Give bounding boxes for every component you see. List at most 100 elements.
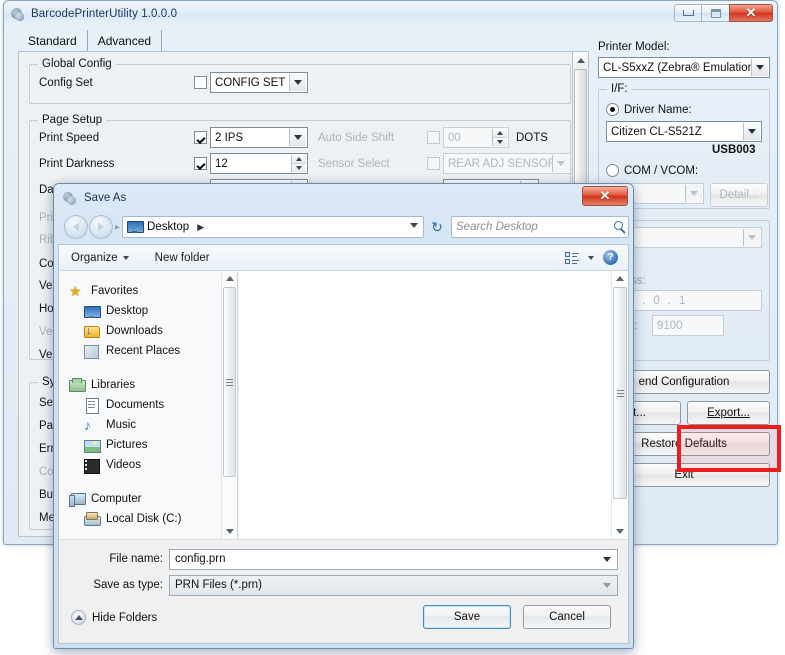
file-list[interactable] — [239, 271, 628, 539]
address-dropdown-icon[interactable] — [410, 223, 418, 228]
organize-label: Organize — [71, 252, 118, 264]
desktop-icon — [84, 304, 100, 319]
save-as-titlebar[interactable]: Save As ✕ — [54, 184, 633, 212]
help-icon[interactable]: ? — [603, 250, 618, 265]
app-icon — [10, 6, 26, 22]
tab-advanced[interactable]: Advanced — [88, 30, 162, 52]
group-interface-title: I/F: — [607, 83, 632, 95]
save-as-type-label: Save as type: — [59, 579, 169, 591]
nav-scroll-up-button[interactable] — [222, 271, 237, 286]
export-highlight-annotation — [677, 425, 781, 472]
file-name-input[interactable]: config.prn — [169, 549, 618, 570]
spinner-arrows[interactable] — [492, 129, 507, 146]
unit-dots: DOTS — [516, 132, 548, 144]
combo-print-speed[interactable]: 2 IPS — [210, 127, 308, 148]
chevron-down-icon[interactable] — [743, 229, 760, 246]
chevron-down-icon — [226, 529, 234, 534]
combo-config-set[interactable]: CONFIG SET 1 — [210, 72, 308, 93]
nav-item-local-disk-c[interactable]: Local Disk (C:) — [59, 509, 237, 529]
breadcrumb-desktop[interactable]: Desktop — [147, 221, 189, 233]
nav-scrollbar-thumb[interactable] — [223, 287, 236, 477]
navigation-tree: ★ Favorites Desktop Downloads — [59, 271, 237, 529]
save-as-type-select[interactable]: PRN Files (*.prn) — [169, 575, 618, 596]
chevron-down-icon — [616, 529, 624, 534]
scroll-up-button[interactable] — [573, 52, 588, 68]
nav-item-desktop[interactable]: Desktop — [59, 301, 237, 321]
spinner-arrows[interactable] — [291, 155, 306, 172]
nav-item-pictures[interactable]: Pictures — [59, 435, 237, 455]
checkbox-print-darkness[interactable] — [194, 157, 207, 170]
cancel-button[interactable]: Cancel — [523, 605, 611, 629]
close-button[interactable]: ✕ — [729, 4, 773, 22]
refresh-button[interactable]: ↻ — [426, 216, 448, 238]
combo-printer-model[interactable]: CL-S5xxZ (Zebra® Emulation) — [598, 57, 770, 78]
radio-driver-name[interactable] — [606, 103, 619, 116]
maximize-button[interactable] — [702, 4, 730, 22]
navigation-pane-scrollbar[interactable] — [221, 271, 237, 539]
combo-driver-name[interactable]: Citizen CL-S521Z — [606, 121, 762, 142]
checkbox-config-set[interactable] — [194, 76, 207, 89]
save-as-close-button[interactable]: ✕ — [582, 186, 628, 206]
chevron-down-icon[interactable] — [751, 59, 768, 76]
breadcrumb-chevron-right-icon[interactable]: ▶ — [197, 222, 204, 233]
combo-sensor-select[interactable]: REAR ADJ SENSOR — [443, 153, 571, 174]
nav-scroll-down-button[interactable] — [222, 524, 237, 539]
organize-button[interactable]: Organize — [71, 252, 129, 264]
file-scroll-down-button[interactable] — [612, 524, 628, 539]
star-icon: ★ — [69, 284, 85, 299]
nav-item-music[interactable]: ♪ Music — [59, 415, 237, 435]
search-box[interactable]: Search Desktop — [451, 216, 629, 238]
label-printer-model: Printer Model: — [598, 41, 670, 53]
chevron-down-icon[interactable] — [685, 185, 702, 202]
nav-item-label: Favorites — [91, 285, 138, 297]
port-number-field: 9100 — [652, 315, 724, 336]
detail-button[interactable]: Detail... — [710, 183, 768, 207]
nav-item-computer[interactable]: Computer — [59, 489, 237, 509]
navigation-pane: ★ Favorites Desktop Downloads — [59, 271, 238, 539]
chevron-up-icon — [616, 276, 624, 281]
view-mode-chevron-down-icon[interactable] — [588, 256, 594, 260]
nav-item-downloads[interactable]: Downloads — [59, 321, 237, 341]
view-mode-icon[interactable] — [565, 252, 579, 264]
search-placeholder: Search Desktop — [456, 221, 538, 233]
chevron-up-icon — [577, 58, 585, 63]
file-list-scrollbar[interactable] — [611, 271, 628, 539]
chevron-down-icon[interactable] — [289, 129, 306, 146]
chevron-down-icon[interactable] — [603, 583, 611, 588]
tab-standard[interactable]: Standard — [18, 30, 88, 52]
chevron-down-icon[interactable] — [603, 557, 611, 562]
nav-item-label: Pictures — [106, 439, 148, 451]
checkbox-sensor-select[interactable] — [427, 157, 440, 170]
spin-print-darkness[interactable]: 12 — [210, 153, 308, 174]
chevron-down-icon[interactable] — [289, 74, 306, 91]
save-as-type-value: PRN Files (*.prn) — [175, 579, 262, 591]
hide-folders-button[interactable]: Hide Folders — [71, 610, 157, 625]
nav-item-libraries[interactable]: Libraries — [59, 375, 237, 395]
export-button[interactable]: Export... — [687, 401, 770, 425]
save-button[interactable]: Save — [423, 605, 511, 629]
checkbox-auto-side-shift[interactable] — [427, 131, 440, 144]
nav-item-recent-places[interactable]: Recent Places — [59, 341, 237, 361]
minimize-button[interactable] — [674, 4, 702, 22]
forward-button[interactable] — [89, 215, 113, 239]
chevron-down-icon[interactable] — [743, 123, 760, 140]
spin-print-darkness-value: 12 — [215, 158, 228, 170]
radio-com-vcom[interactable] — [606, 164, 619, 177]
nav-item-favorites[interactable]: ★ Favorites — [59, 281, 237, 301]
libraries-icon — [69, 378, 85, 393]
spin-auto-side-shift[interactable]: 00 — [443, 127, 509, 148]
new-folder-button[interactable]: New folder — [155, 252, 210, 264]
file-scroll-up-button[interactable] — [612, 271, 628, 286]
tab-strip: Standard Advanced — [18, 30, 162, 52]
address-bar[interactable]: Desktop ▶ — [122, 216, 424, 238]
checkbox-print-speed[interactable] — [194, 131, 207, 144]
disk-icon — [84, 512, 100, 527]
nav-item-documents[interactable]: Documents — [59, 395, 237, 415]
file-scrollbar-thumb[interactable] — [613, 287, 627, 499]
file-name-value: config.prn — [175, 553, 226, 565]
hide-folders-label: Hide Folders — [92, 612, 157, 624]
main-window-titlebar[interactable]: BarcodePrinterUtility 1.0.0.0 ✕ — [4, 1, 777, 27]
chevron-down-icon[interactable] — [552, 155, 569, 172]
nav-item-videos[interactable]: Videos — [59, 455, 237, 475]
back-button[interactable] — [64, 215, 88, 239]
